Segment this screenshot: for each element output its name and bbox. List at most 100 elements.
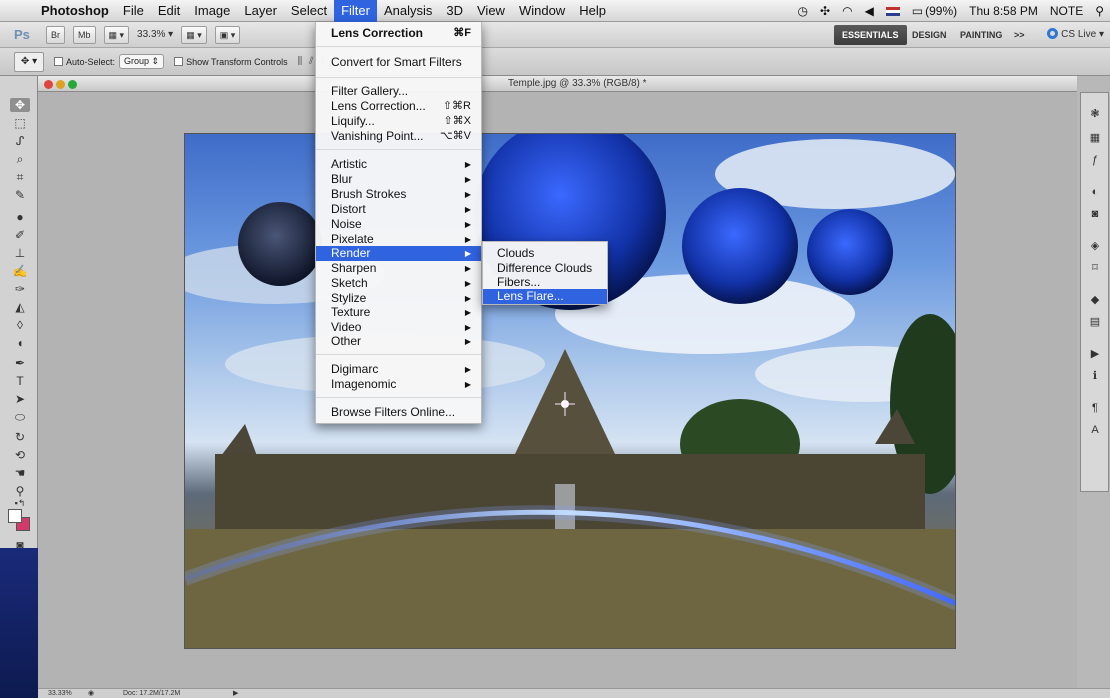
menu-item-render[interactable]: Render ▶ bbox=[316, 246, 481, 261]
adjustments-panel-icon[interactable]: ◐ bbox=[1088, 185, 1102, 199]
bluetooth-icon[interactable]: ✣ bbox=[814, 4, 836, 18]
menu-item-filter-gallery[interactable]: Filter Gallery... bbox=[316, 84, 481, 99]
menu-file[interactable]: File bbox=[116, 0, 151, 22]
wifi-icon[interactable]: ◠ bbox=[836, 4, 858, 18]
menu-item-fibers[interactable]: Fibers... bbox=[483, 275, 607, 290]
launch-bridge-button[interactable]: Br bbox=[46, 25, 65, 44]
battery-status[interactable]: ▭ (99%) bbox=[906, 4, 963, 18]
spotlight-search-icon[interactable]: ⚲ bbox=[1089, 4, 1110, 18]
clone-stamp-tool-icon[interactable]: ⊥ bbox=[10, 246, 30, 260]
zoom-level[interactable]: 33.3% ▾ bbox=[137, 29, 173, 40]
status-arrow-icon[interactable]: ▶ bbox=[233, 689, 238, 698]
menu-select[interactable]: Select bbox=[284, 0, 334, 22]
workspace-design[interactable]: DESIGN bbox=[904, 25, 955, 45]
path-selection-tool-icon[interactable]: ➤ bbox=[10, 392, 30, 406]
close-window-icon[interactable] bbox=[44, 80, 53, 89]
image-canvas[interactable] bbox=[184, 133, 956, 649]
info-panel-icon[interactable]: ℹ bbox=[1088, 369, 1102, 383]
tool-preset-picker[interactable]: ✥ ▾ bbox=[14, 51, 44, 72]
menu-window[interactable]: Window bbox=[512, 0, 572, 22]
workspace-more-button[interactable]: >> bbox=[1006, 25, 1033, 45]
channels-panel-icon[interactable]: ⌑ bbox=[1088, 261, 1102, 275]
crop-tool-icon[interactable]: ⌗ bbox=[10, 170, 30, 184]
menu-item-other[interactable]: Other ▶ bbox=[316, 334, 481, 349]
launch-mini-bridge-button[interactable]: Mb bbox=[73, 25, 96, 44]
menu-item-imagenomic[interactable]: Imagenomic ▶ bbox=[316, 377, 481, 392]
gradient-tool-icon[interactable]: ◭ bbox=[10, 300, 30, 314]
hand-tool-icon[interactable]: ☚ bbox=[10, 466, 30, 480]
quick-selection-tool-icon[interactable]: ⌕ bbox=[10, 152, 30, 166]
eyedropper-tool-icon[interactable]: ✎ bbox=[10, 188, 30, 202]
default-colors-icon[interactable]: ▪↰ bbox=[10, 496, 30, 510]
menu-item-sketch[interactable]: Sketch ▶ bbox=[316, 276, 481, 291]
brush-tool-icon[interactable]: ✐ bbox=[10, 228, 30, 242]
3d-panel-icon[interactable]: ❃ bbox=[1088, 107, 1102, 121]
character-panel-icon[interactable]: A bbox=[1088, 423, 1102, 437]
input-flag-icon[interactable] bbox=[880, 4, 906, 18]
menu-image[interactable]: Image bbox=[187, 0, 237, 22]
menu-3d[interactable]: 3D bbox=[439, 0, 470, 22]
lasso-tool-icon[interactable]: ᔑ bbox=[10, 134, 30, 148]
menu-item-brush-strokes[interactable]: Brush Strokes ▶ bbox=[316, 187, 481, 202]
time-machine-icon[interactable]: ◷ bbox=[792, 4, 814, 18]
volume-icon[interactable]: ◀︎ bbox=[859, 4, 880, 18]
actions-panel-icon[interactable]: ▶ bbox=[1088, 347, 1102, 361]
screen-mode-button[interactable]: ▣ ▾ bbox=[214, 25, 241, 44]
shape-tool-icon[interactable]: ⬭ bbox=[10, 410, 30, 424]
menu-photoshop[interactable]: Photoshop bbox=[34, 0, 116, 22]
move-tool-icon[interactable]: ✥ bbox=[10, 98, 30, 112]
menu-analysis[interactable]: Analysis bbox=[377, 0, 439, 22]
auto-select-dropdown[interactable]: Group ⇕ bbox=[119, 54, 165, 69]
menu-item-stylize[interactable]: Stylize ▶ bbox=[316, 291, 481, 306]
pen-tool-icon[interactable]: ✒ bbox=[10, 356, 30, 370]
swatches-panel-icon[interactable]: ▦ bbox=[1088, 131, 1102, 145]
menu-item-noise[interactable]: Noise ▶ bbox=[316, 217, 481, 232]
menu-item-sharpen[interactable]: Sharpen ▶ bbox=[316, 261, 481, 276]
dodge-tool-icon[interactable]: ◖ bbox=[10, 336, 30, 350]
masks-panel-icon[interactable]: ◙ bbox=[1088, 207, 1102, 221]
menu-filter[interactable]: Filter bbox=[334, 0, 377, 22]
menu-item-blur[interactable]: Blur ▶ bbox=[316, 172, 481, 187]
cs-live-button[interactable]: CS Live ▾ bbox=[1047, 25, 1104, 45]
show-transform-controls-checkbox[interactable]: Show Transform Controls bbox=[174, 57, 288, 67]
menu-item-browse-filters-online[interactable]: Browse Filters Online... bbox=[316, 405, 481, 420]
clock[interactable]: Thu 8:58 PM bbox=[963, 4, 1044, 18]
3d-orbit-tool-icon[interactable]: ⟲ bbox=[10, 448, 30, 462]
paths-panel-icon[interactable]: ◆ bbox=[1088, 293, 1102, 307]
menu-item-lens-correction[interactable]: Lens Correction... ⇧⌘R bbox=[316, 99, 481, 114]
menu-item-texture[interactable]: Texture ▶ bbox=[316, 305, 481, 320]
menu-edit[interactable]: Edit bbox=[151, 0, 187, 22]
menu-item-distort[interactable]: Distort ▶ bbox=[316, 202, 481, 217]
menu-view[interactable]: View bbox=[470, 0, 512, 22]
menu-layer[interactable]: Layer bbox=[237, 0, 284, 22]
workspace-essentials[interactable]: ESSENTIALS bbox=[834, 25, 907, 45]
status-zoom[interactable]: 33.33% bbox=[48, 689, 72, 698]
menu-item-vanishing-point[interactable]: Vanishing Point... ⌥⌘V bbox=[316, 129, 481, 144]
3d-rotate-tool-icon[interactable]: ↻ bbox=[10, 430, 30, 444]
menu-item-convert-smart-filters[interactable]: Convert for Smart Filters bbox=[316, 55, 481, 70]
styles-panel-icon[interactable]: ƒ bbox=[1088, 153, 1102, 167]
type-tool-icon[interactable]: T bbox=[10, 374, 30, 388]
blur-tool-icon[interactable]: ◊ bbox=[10, 318, 30, 332]
marquee-tool-icon[interactable]: ⬚ bbox=[10, 116, 30, 130]
arrange-documents-button[interactable]: ▦ ▾ bbox=[181, 25, 207, 44]
zoom-window-icon[interactable] bbox=[68, 80, 77, 89]
menu-item-video[interactable]: Video ▶ bbox=[316, 320, 481, 335]
workspace-painting[interactable]: PAINTING bbox=[952, 25, 1010, 45]
paragraph-panel-icon[interactable]: ¶ bbox=[1088, 401, 1102, 415]
menu-item-liquify[interactable]: Liquify... ⇧⌘X bbox=[316, 114, 481, 129]
foreground-color-swatch[interactable] bbox=[8, 509, 22, 523]
menu-item-artistic[interactable]: Artistic ▶ bbox=[316, 157, 481, 172]
view-extras-button[interactable]: ▦ ▾ bbox=[103, 25, 130, 44]
history-brush-tool-icon[interactable]: ✍ bbox=[10, 264, 30, 278]
menu-item-lens-flare[interactable]: Lens Flare... bbox=[483, 289, 607, 304]
menu-item-pixelate[interactable]: Pixelate ▶ bbox=[316, 232, 481, 247]
menu-item-digimarc[interactable]: Digimarc ▶ bbox=[316, 362, 481, 377]
menu-item-clouds[interactable]: Clouds bbox=[483, 246, 607, 261]
menu-help[interactable]: Help bbox=[572, 0, 613, 22]
layers-panel-icon[interactable]: ◈ bbox=[1088, 239, 1102, 253]
auto-select-checkbox[interactable]: Auto-Select: bbox=[54, 57, 115, 67]
eraser-tool-icon[interactable]: ✑ bbox=[10, 282, 30, 296]
history-panel-icon[interactable]: ▤ bbox=[1088, 315, 1102, 329]
healing-brush-tool-icon[interactable]: ● bbox=[10, 210, 30, 224]
